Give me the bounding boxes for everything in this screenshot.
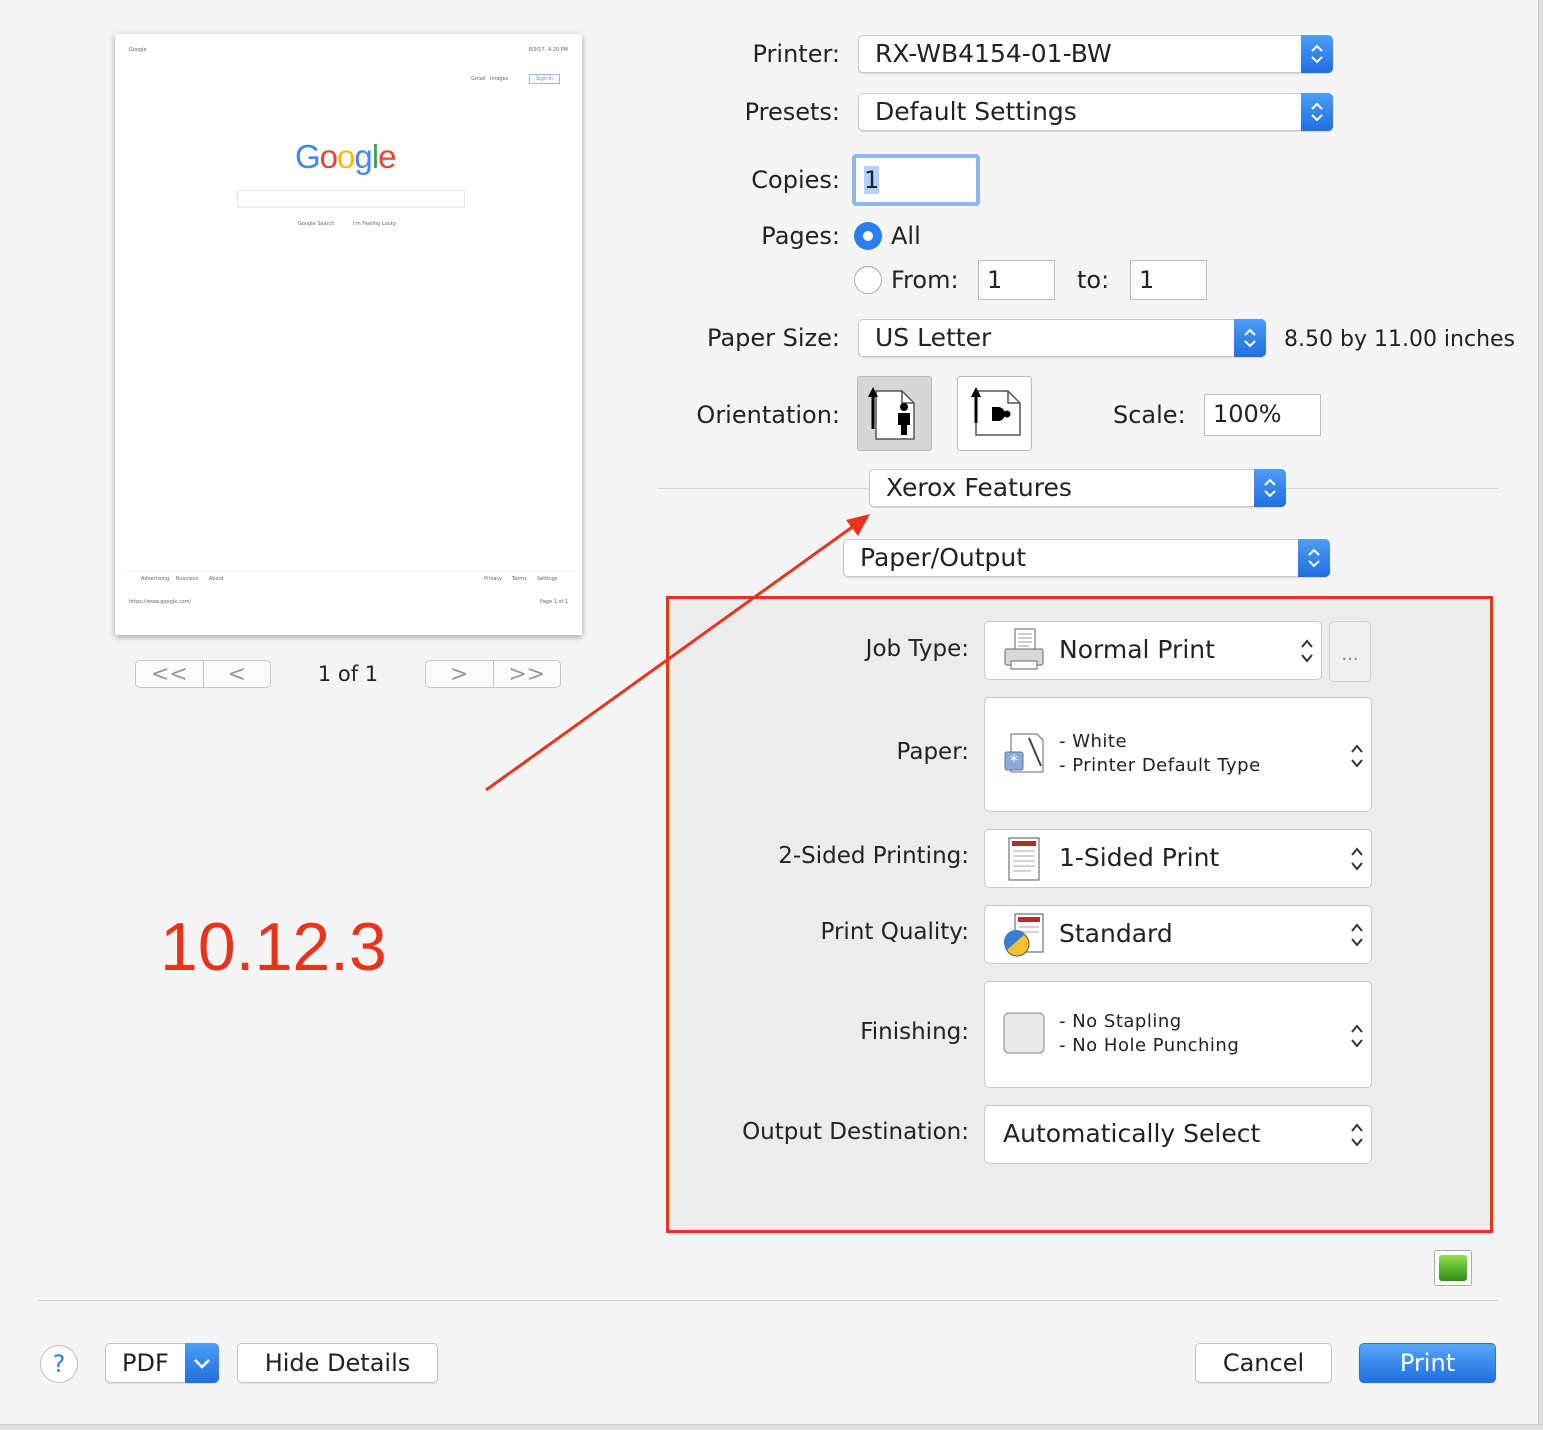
annotation-arrow [485, 514, 870, 792]
pdf-menu-button[interactable]: PDF [105, 1343, 219, 1383]
footer-divider [38, 1300, 1498, 1301]
version-annotation: 10.12.3 [160, 909, 387, 985]
cancel-button[interactable]: Cancel [1195, 1343, 1332, 1383]
chevron-down-icon [185, 1343, 219, 1383]
help-button[interactable]: ? [40, 1345, 78, 1383]
pdf-label: PDF [122, 1349, 169, 1377]
print-button[interactable]: Print [1359, 1343, 1496, 1383]
status-icon[interactable] [1434, 1250, 1472, 1286]
hide-details-button[interactable]: Hide Details [237, 1343, 438, 1383]
